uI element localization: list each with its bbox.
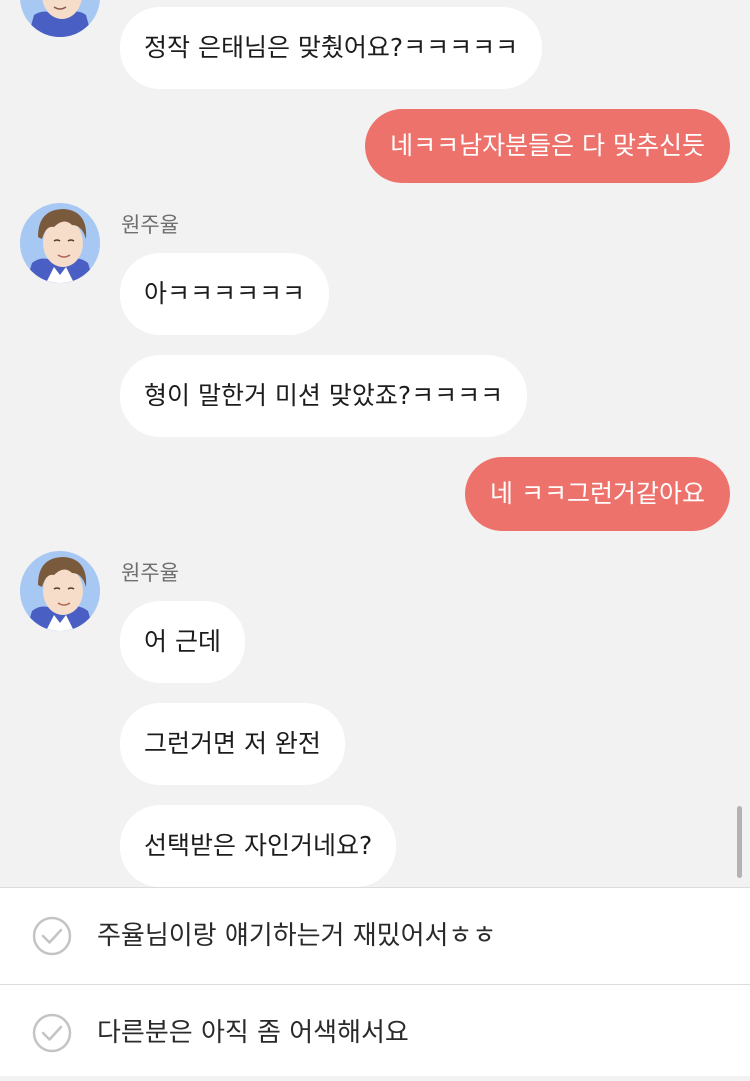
check-circle-icon (32, 916, 72, 956)
reply-choice-label: 주율님이랑 얘기하는거 재밌어서ㅎㅎ (97, 921, 497, 951)
message-bubble: 아ㅋㅋㅋㅋㅋㅋ (120, 253, 330, 335)
reply-choice[interactable]: 다른분은 아직 좀 어색해서요 (0, 984, 750, 1080)
chat-area[interactable]: 정작 은태님은 맞췄어요?ㅋㅋㅋㅋㅋ 네ㅋㅋ남자분들은 다 맞추신듯 원주율 아… (0, 0, 750, 887)
avatar (20, 0, 100, 37)
check-circle-icon (32, 1013, 72, 1053)
message-bubble: 선택받은 자인거네요? (120, 805, 397, 887)
reply-choice-label: 다른분은 아직 좀 어색해서요 (97, 1018, 409, 1048)
my-message-bubble: 네 ㅋㅋ그런거같아요 (465, 457, 730, 531)
reply-choices: 주율님이랑 얘기하는거 재밌어서ㅎㅎ 다른분은 아직 좀 어색해서요 (0, 887, 750, 1076)
sender-name: 원주율 (121, 213, 179, 237)
message-bubble: 형이 말한거 미션 맞았죠?ㅋㅋㅋㅋ (120, 355, 528, 437)
reply-choice[interactable]: 주율님이랑 얘기하는거 재밌어서ㅎㅎ (0, 888, 750, 984)
avatar (20, 551, 100, 631)
avatar (20, 203, 100, 283)
message-bubble: 그런거면 저 완전 (120, 703, 345, 785)
sender-name: 원주율 (121, 561, 179, 585)
my-message-bubble: 네ㅋㅋ남자분들은 다 맞추신듯 (365, 109, 730, 183)
scrollbar[interactable] (737, 806, 742, 878)
message-bubble: 정작 은태님은 맞췄어요?ㅋㅋㅋㅋㅋ (120, 7, 543, 89)
message-bubble: 어 근데 (120, 601, 245, 683)
